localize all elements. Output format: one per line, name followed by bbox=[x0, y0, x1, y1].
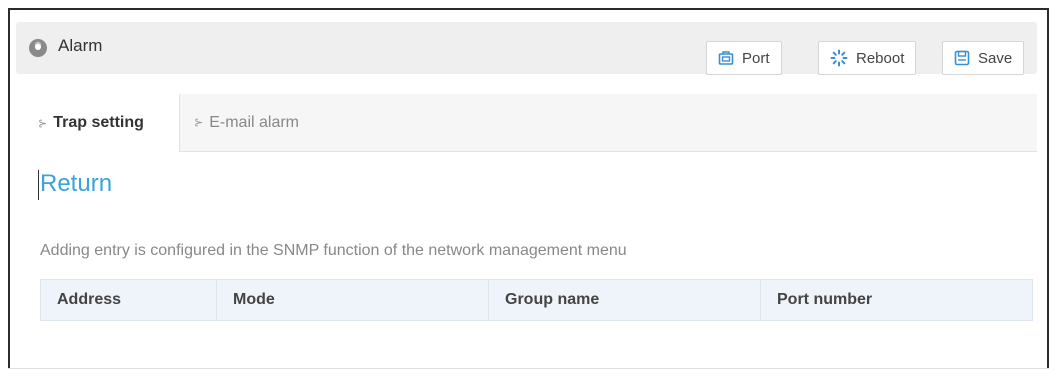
column-header-port-number[interactable]: Port number bbox=[761, 280, 1032, 320]
column-header-mode[interactable]: Mode bbox=[217, 280, 489, 320]
page-title: Alarm bbox=[58, 36, 103, 55]
port-icon bbox=[718, 50, 734, 66]
table-header: Address Mode Group name Port number bbox=[40, 279, 1033, 321]
tab-bar: ⊱ Trap setting ⊱ E-mail alarm bbox=[16, 94, 1037, 152]
divider bbox=[8, 368, 1049, 369]
location-pin-icon bbox=[28, 38, 48, 58]
chevron-right-icon: ⊱ bbox=[194, 117, 204, 129]
port-button-label: Port bbox=[742, 49, 770, 67]
column-header-address[interactable]: Address bbox=[41, 280, 217, 320]
reboot-button[interactable]: Reboot bbox=[818, 41, 917, 75]
tab-email-alarm[interactable]: ⊱ E-mail alarm bbox=[194, 94, 299, 151]
tab-label: Trap setting bbox=[53, 114, 144, 131]
return-link[interactable]: Return bbox=[40, 170, 112, 198]
info-note: Adding entry is configured in the SNMP f… bbox=[40, 242, 627, 259]
tab-label: E-mail alarm bbox=[209, 113, 300, 131]
reboot-button-label: Reboot bbox=[856, 49, 905, 67]
reboot-icon bbox=[830, 49, 848, 67]
save-button[interactable]: Save bbox=[942, 41, 1025, 75]
panel-header: Alarm Port Reboot Save bbox=[16, 22, 1037, 75]
text-cursor bbox=[38, 170, 39, 200]
tab-trap-setting[interactable]: ⊱ Trap setting bbox=[16, 94, 180, 152]
column-header-group-name[interactable]: Group name bbox=[489, 280, 761, 320]
chevron-right-icon: ⊱ bbox=[38, 117, 48, 130]
save-button-label: Save bbox=[978, 49, 1013, 67]
port-button[interactable]: Port bbox=[706, 41, 782, 75]
save-icon bbox=[954, 50, 970, 66]
